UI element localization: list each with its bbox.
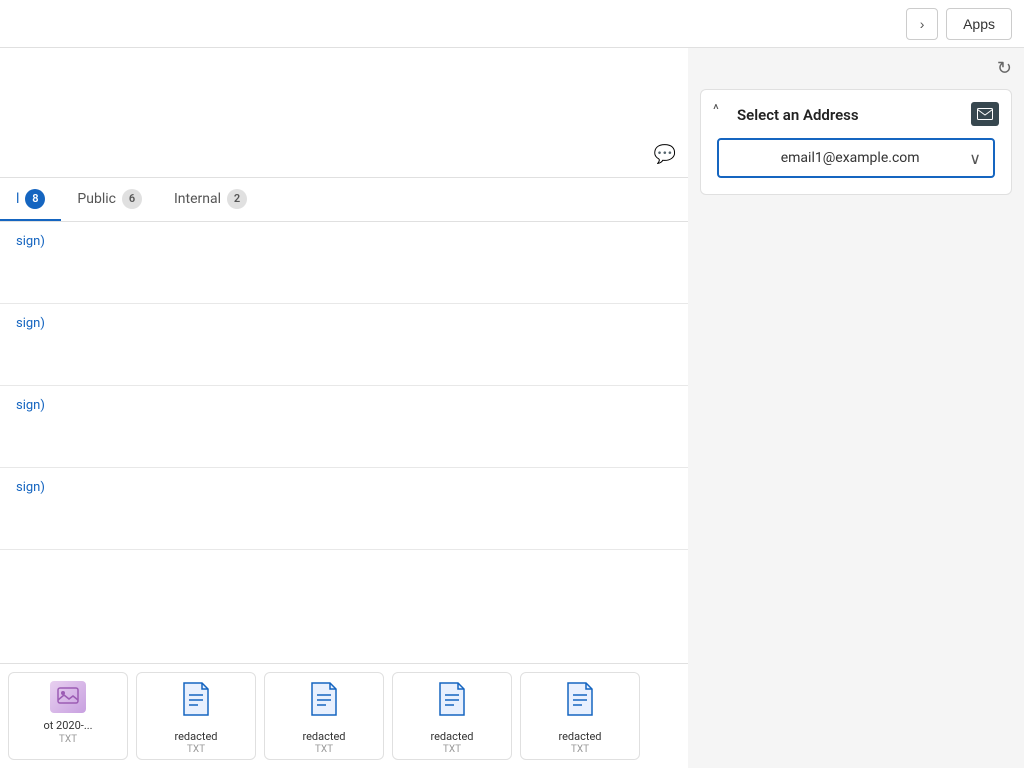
right-panel: ↻ ^ Select an Address email1@example.com… <box>688 48 1024 768</box>
list-item-sign-3: sign) <box>16 398 672 413</box>
tab-public-badge: 6 <box>122 189 142 209</box>
file-type-1: TXT <box>59 734 77 745</box>
tab-all-badge: 8 <box>25 189 45 209</box>
list-item[interactable]: sign) <box>0 304 688 386</box>
file-card-2[interactable]: redacted TXT <box>136 672 256 760</box>
tab-internal-label: Internal <box>174 191 221 207</box>
chevron-button[interactable]: › <box>906 8 938 40</box>
address-select-value: email1@example.com <box>731 150 969 166</box>
file-name-3: redacted <box>269 730 379 742</box>
tab-public-label: Public <box>77 191 116 207</box>
file-type-4: TXT <box>443 744 461 755</box>
list-item[interactable]: sign) <box>0 386 688 468</box>
address-card: ^ Select an Address email1@example.com ∨ <box>700 89 1012 195</box>
doc-file-icon-4 <box>436 681 468 724</box>
image-file-icon <box>50 681 86 713</box>
tabs-row: l 8 Public 6 Internal 2 <box>0 178 688 222</box>
address-select-dropdown[interactable]: email1@example.com ∨ <box>717 138 995 178</box>
doc-file-icon-2 <box>180 681 212 724</box>
email-icon <box>971 102 999 126</box>
apps-label: Apps <box>963 16 995 32</box>
file-name-1: ot 2020-... <box>13 719 123 732</box>
doc-file-icon-3 <box>308 681 340 724</box>
file-name-2: redacted <box>141 730 251 742</box>
tab-internal[interactable]: Internal 2 <box>158 178 263 221</box>
list-item-sign-1: sign) <box>16 234 672 249</box>
file-name-4: redacted <box>397 730 507 742</box>
file-card-1[interactable]: ot 2020-... TXT <box>8 672 128 760</box>
list-item-sign-4: sign) <box>16 480 672 495</box>
tab-all-label: l <box>16 191 19 207</box>
list-item-sign-2: sign) <box>16 316 672 331</box>
select-address-title: Select an Address <box>717 106 995 124</box>
list-item[interactable]: sign) <box>0 222 688 304</box>
file-card-4[interactable]: redacted TXT <box>392 672 512 760</box>
files-area: ot 2020-... TXT redacted TXT <box>0 663 688 768</box>
apps-button[interactable]: Apps <box>946 8 1012 40</box>
doc-file-icon-5 <box>564 681 596 724</box>
file-card-5[interactable]: redacted TXT <box>520 672 640 760</box>
file-type-5: TXT <box>571 744 589 755</box>
right-panel-header: ↻ <box>688 48 1024 89</box>
dropdown-chevron-icon: ∨ <box>969 149 981 168</box>
file-type-2: TXT <box>187 744 205 755</box>
file-name-5: redacted <box>525 730 635 742</box>
tab-internal-badge: 2 <box>227 189 247 209</box>
collapse-icon[interactable]: ^ <box>713 102 719 118</box>
file-type-3: TXT <box>315 744 333 755</box>
tab-all[interactable]: l 8 <box>0 178 61 221</box>
file-card-3[interactable]: redacted TXT <box>264 672 384 760</box>
tab-public[interactable]: Public 6 <box>61 178 158 221</box>
list-item[interactable]: sign) <box>0 468 688 550</box>
main-panel: 💬 l 8 Public 6 Internal 2 sign) sign) si… <box>0 48 688 768</box>
header: › Apps <box>0 0 1024 48</box>
chevron-right-icon: › <box>920 16 925 32</box>
chat-icon[interactable]: 💬 <box>654 144 676 165</box>
refresh-icon[interactable]: ↻ <box>997 58 1012 79</box>
message-area: 💬 <box>0 48 688 178</box>
